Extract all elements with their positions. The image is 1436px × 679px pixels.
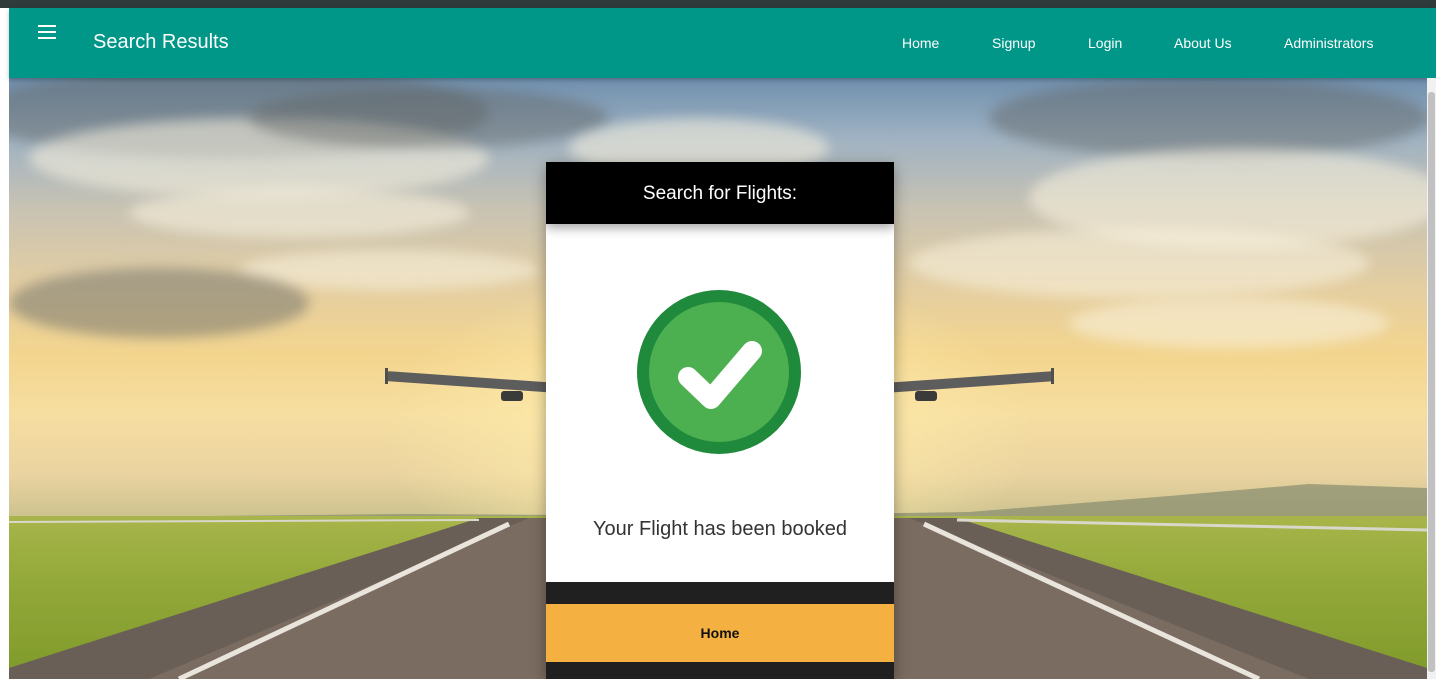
airplane-left-wingtip xyxy=(385,368,388,384)
cloud xyxy=(1069,298,1389,348)
home-button[interactable]: Home xyxy=(546,604,894,662)
cloud xyxy=(129,188,469,238)
top-navbar: Search Results Home Signup Login About U… xyxy=(9,8,1436,78)
scrollbar-thumb[interactable] xyxy=(1428,92,1435,672)
booking-confirmation-card: Search for Flights: Your Flight has been… xyxy=(546,162,894,679)
airplane-right-wingtip xyxy=(1051,368,1054,384)
cloud xyxy=(989,78,1427,158)
airplane-left-engine xyxy=(501,391,523,401)
card-header: Search for Flights: xyxy=(546,162,894,224)
window-top-border xyxy=(0,0,1436,8)
nav-link-administrators[interactable]: Administrators xyxy=(1284,35,1373,51)
cloud xyxy=(909,228,1369,298)
cloud xyxy=(249,88,609,148)
cloud xyxy=(9,268,309,338)
nav-link-signup[interactable]: Signup xyxy=(992,35,1036,51)
airplane-right-engine xyxy=(915,391,937,401)
booking-success-message: Your Flight has been booked xyxy=(593,518,847,540)
success-check-icon xyxy=(636,289,802,455)
left-gutter xyxy=(0,8,9,679)
vertical-scrollbar[interactable] xyxy=(1427,78,1436,679)
browser-viewport: Search Results Home Signup Login About U… xyxy=(0,0,1436,679)
nav-links: Home Signup Login About Us Administrator… xyxy=(9,35,1436,55)
nav-link-login[interactable]: Login xyxy=(1088,35,1122,51)
nav-link-home[interactable]: Home xyxy=(902,35,939,51)
nav-link-about-us[interactable]: About Us xyxy=(1174,35,1232,51)
